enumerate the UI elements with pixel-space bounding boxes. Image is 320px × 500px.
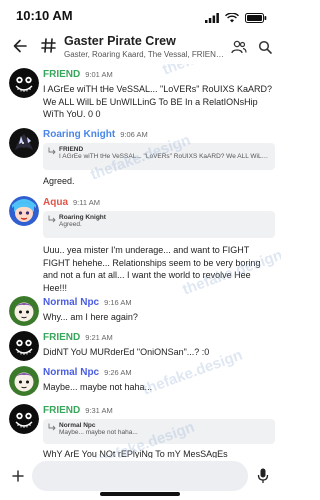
author-label: FRIEND: [43, 332, 81, 343]
message-composer: [0, 458, 281, 500]
author-label: Normal Npc: [43, 297, 100, 308]
reply-author: FRIEND: [59, 146, 84, 153]
author-name[interactable]: FRIEND 9:21 AM: [43, 332, 113, 343]
message-time: 9:31 AM: [85, 406, 113, 415]
message-time: 9:01 AM: [85, 70, 113, 79]
channel-title[interactable]: Gaster Pirate Crew: [64, 34, 176, 48]
author-name[interactable]: FRIEND 9:01 AM: [43, 69, 113, 80]
author-name[interactable]: FRIEND 9:31 AM: [43, 405, 113, 416]
message-text: Uuu.. yea mister I'm underage... and wan…: [43, 245, 261, 293]
message-time: 9:26 AM: [104, 368, 132, 377]
author-name[interactable]: Aqua 9:11 AM: [43, 197, 100, 208]
channel-members: Gaster, Roaring Kaard, The Vessal, FRIEN…: [64, 50, 224, 59]
avatar[interactable]: [9, 128, 39, 158]
reply-author: Normal Npc: [59, 422, 96, 429]
avatar[interactable]: [9, 68, 39, 98]
battery-icon: [245, 10, 267, 28]
reply-arrow-icon: [48, 147, 56, 155]
reply-quote[interactable]: Roaring Knight Agreed.: [43, 211, 275, 238]
message-text: I AGrEe wiTH tHe VeSSAL... "LoVERs" RoUI…: [43, 84, 272, 119]
message-time: 9:06 AM: [120, 130, 148, 139]
wifi-icon: [225, 10, 239, 28]
avatar[interactable]: [9, 331, 39, 361]
reply-quote[interactable]: FRIEND I AGrEe wiTH tHe VeSSAL... "LoVER…: [43, 143, 275, 170]
author-name[interactable]: Normal Npc 9:26 AM: [43, 367, 132, 378]
message-text: WhY ArE You NOt rEPlyiNg To mY MesSAgEs: [43, 449, 228, 458]
message-list[interactable]: FRIEND 9:01 AM I AGrEe wiTH tHe VeSSAL...…: [0, 64, 281, 458]
search-button[interactable]: [255, 37, 275, 57]
arrow-left-icon: [13, 39, 27, 53]
message-time: 9:11 AM: [73, 198, 100, 207]
message-text: Maybe... maybe not haha...: [43, 382, 153, 392]
status-time: 10:10 AM: [16, 8, 73, 23]
hash-icon: [37, 34, 59, 56]
author-label: FRIEND: [43, 405, 81, 416]
signal-icon: [205, 10, 219, 28]
message-text: Agreed.: [43, 176, 75, 186]
reply-arrow-icon: [48, 423, 56, 431]
author-label: Roaring Knight: [43, 129, 116, 140]
members-icon: [231, 40, 247, 54]
reply-text: Maybe... maybe not haha...: [59, 429, 138, 436]
members-button[interactable]: [229, 37, 249, 57]
avatar[interactable]: [9, 404, 39, 434]
channel-header: Gaster Pirate Crew Gaster, Roaring Kaard…: [0, 32, 281, 64]
mic-icon: [257, 468, 269, 483]
author-name[interactable]: Roaring Knight 9:06 AM: [43, 129, 148, 140]
author-name[interactable]: Normal Npc 9:16 AM: [43, 297, 132, 308]
reply-text: I AGrEe wiTH tHe VeSSAL... "LoVERs" RoUI…: [59, 153, 269, 160]
reply-text: Agreed.: [59, 221, 82, 228]
avatar[interactable]: [9, 366, 39, 396]
status-bar: 10:10 AM: [0, 0, 281, 32]
watermark: thefake.design: [160, 64, 265, 78]
avatar[interactable]: [9, 196, 39, 226]
status-icons: [205, 10, 267, 28]
message-text: DidNT YoU MURderEd "OniONSan"...? :0: [43, 347, 210, 357]
plus-icon: [12, 470, 24, 482]
author-label: Aqua: [43, 197, 68, 208]
avatar[interactable]: [9, 296, 39, 326]
search-icon: [258, 40, 272, 54]
add-attachment-button[interactable]: [10, 468, 26, 484]
message-time: 9:21 AM: [85, 333, 113, 342]
message-input[interactable]: [32, 461, 248, 491]
home-indicator: [100, 492, 180, 496]
author-label: Normal Npc: [43, 367, 100, 378]
author-label: FRIEND: [43, 69, 81, 80]
message-text: Why... am I here again?: [43, 312, 138, 322]
message-time: 9:16 AM: [104, 298, 132, 307]
reply-author: Roaring Knight: [59, 214, 106, 221]
mic-button[interactable]: [254, 466, 272, 486]
back-button[interactable]: [8, 34, 32, 58]
reply-quote[interactable]: Normal Npc Maybe... maybe not haha...: [43, 419, 275, 444]
reply-arrow-icon: [48, 215, 56, 223]
